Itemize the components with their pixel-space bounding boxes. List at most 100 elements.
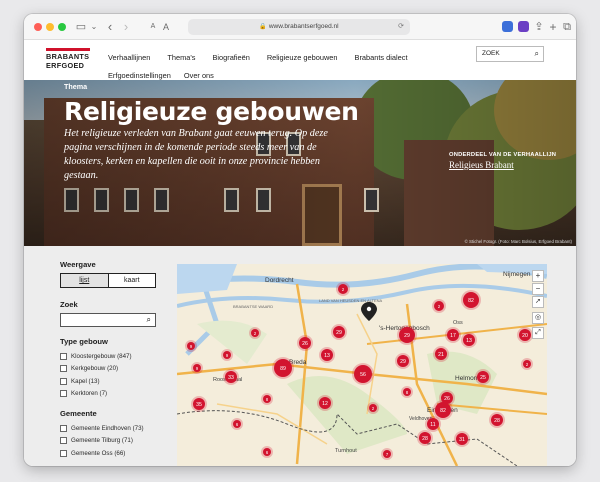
zoom-window-button[interactable] — [58, 23, 66, 31]
cluster-count: 29 — [404, 333, 410, 339]
view-map-button[interactable]: kaart — [109, 274, 156, 287]
cluster-count: 33 — [228, 375, 234, 381]
text-larger-icon[interactable]: A — [161, 20, 171, 34]
gemeente-title: Gemeente — [60, 409, 97, 418]
option-label: Gemeente Tilburg (71) — [71, 437, 133, 445]
cluster-count: 26 — [302, 341, 308, 347]
logo-bar — [46, 48, 90, 51]
browser-window: ▭ ⌄ ‹ › A A 🔒 www.brabantserfgoed.nl ⟳ ⇪ … — [24, 14, 576, 466]
cluster-count: 26 — [444, 396, 450, 402]
part-of-link[interactable]: Religieus Brabant — [449, 160, 514, 170]
content-area: Weergave lijst kaart Zoek ⌕ Type gebouw … — [24, 246, 576, 466]
compass-icon[interactable]: ➚ — [532, 296, 544, 308]
cluster-count: 29 — [400, 359, 406, 365]
part-of-label: ONDERDEEL VAN DE VERHAALLIJN — [449, 152, 557, 158]
option-label: Kloostergebouw (847) — [71, 352, 132, 360]
sidebar-toggle-icon[interactable]: ▭ — [74, 20, 88, 34]
reload-icon[interactable]: ⟳ — [398, 19, 404, 35]
nav-item-biografieen[interactable]: Biografieën — [212, 51, 249, 65]
close-window-button[interactable] — [34, 23, 42, 31]
fullscreen-icon[interactable]: ⤢ — [532, 327, 544, 339]
gemeente-filter-option[interactable]: Gemeente Tilburg (71) — [60, 435, 160, 448]
cluster-count: 89 — [280, 366, 286, 372]
extension-icon[interactable] — [518, 21, 529, 32]
type-filter-option[interactable]: Kloostergebouw (847) — [60, 350, 160, 363]
hero-intro: Het religieuze verleden van Brabant gaat… — [64, 128, 328, 181]
filter-search-input[interactable]: ⌕ — [60, 313, 156, 327]
forward-icon[interactable]: › — [120, 20, 132, 34]
share-icon[interactable]: ⇪ — [534, 20, 544, 34]
text-smaller-icon[interactable]: A — [148, 20, 158, 34]
view-list-button[interactable]: lijst — [61, 274, 109, 287]
cluster-count: 13 — [466, 338, 472, 344]
zoom-out-button[interactable]: − — [532, 283, 544, 295]
option-label: Kerktoren (7) — [71, 390, 108, 398]
cluster-count: 20 — [522, 333, 528, 339]
new-tab-icon[interactable]: + — [548, 20, 558, 34]
nav-item-brabants-dialect[interactable]: Brabants dialect — [355, 51, 408, 65]
cluster-count: 35 — [196, 402, 202, 408]
photo-credit: © Stichel Fotogr. (Foto: Marc Bolsius, E… — [464, 239, 572, 244]
lock-icon: 🔒 — [259, 24, 267, 30]
back-icon[interactable]: ‹ — [104, 20, 116, 34]
browser-toolbar: ▭ ⌄ ‹ › A A 🔒 www.brabantserfgoed.nl ⟳ ⇪ … — [24, 14, 576, 40]
cluster-count: 17 — [450, 333, 456, 339]
checkbox[interactable] — [60, 437, 67, 445]
search-input[interactable]: ZOEK ⌕ — [476, 46, 544, 62]
zoom-in-button[interactable]: + — [532, 270, 544, 282]
cluster-count: 11 — [430, 422, 435, 428]
search-icon[interactable]: ⌕ — [147, 314, 151, 326]
view-toggle: lijst kaart — [60, 273, 156, 288]
hero-label: Thema — [64, 82, 88, 91]
cluster-count: 31 — [459, 437, 465, 443]
map-view[interactable]: Dordrecht Nijmegen 's-Hertogenbosch Bred… — [177, 264, 547, 466]
region-label: LAND VAN HEUSDEN EN ALTENA — [319, 298, 383, 303]
site-logo[interactable]: BRABANTS ERFGOED — [46, 48, 104, 70]
cluster-count: 13 — [324, 353, 330, 359]
cluster-count: 82 — [440, 408, 446, 414]
option-label: Gemeente Eindhoven (73) — [71, 424, 144, 432]
tab-overview-icon[interactable]: ⧉ — [562, 20, 572, 34]
logo-text: ERFGOED — [46, 60, 85, 70]
checkbox[interactable] — [60, 424, 67, 432]
checkbox[interactable] — [60, 449, 67, 457]
option-label: Kapel (13) — [71, 377, 100, 385]
place-label: Turnhout — [335, 448, 357, 454]
search-placeholder: ZOEK — [482, 50, 500, 57]
cluster-count: 28 — [494, 418, 500, 424]
nav-item-religieuze-gebouwen[interactable]: Religieuze gebouwen — [267, 51, 338, 65]
type-filter-option[interactable]: Kerkgebouw (20) — [60, 363, 160, 376]
type-filter-option[interactable]: Kapel (13) — [60, 375, 160, 388]
cluster-count: 25 — [480, 375, 486, 381]
cluster-count: 82 — [468, 298, 474, 304]
nav-item-themas[interactable]: Thema's — [167, 51, 195, 65]
locate-icon[interactable]: ◎ — [532, 312, 544, 324]
cluster-count: 12 — [322, 401, 328, 407]
place-label: Oss — [453, 320, 463, 326]
nav-item-verhaallijnen[interactable]: Verhaallijnen — [108, 51, 150, 65]
checkbox[interactable] — [60, 390, 67, 398]
minimize-window-button[interactable] — [46, 23, 54, 31]
checkbox[interactable] — [60, 377, 67, 385]
map-canvas[interactable]: Dordrecht Nijmegen 's-Hertogenbosch Bred… — [177, 264, 547, 466]
page-title: Religieuze gebouwen — [64, 97, 359, 126]
cluster-count: 21 — [438, 352, 444, 358]
type-filter-option[interactable]: Kerktoren (7) — [60, 388, 160, 401]
hero-banner: Thema Religieuze gebouwen Het religieuze… — [24, 80, 576, 246]
cluster-count: 56 — [360, 372, 366, 378]
type-title: Type gebouw — [60, 337, 108, 346]
zoek-title: Zoek — [60, 300, 78, 309]
map-pin-dot — [366, 306, 372, 312]
cluster-count: 29 — [336, 330, 342, 336]
search-icon[interactable]: ⌕ — [535, 47, 539, 61]
extension-icon[interactable] — [502, 21, 513, 32]
checkbox[interactable] — [60, 352, 67, 360]
address-bar[interactable]: 🔒 www.brabantserfgoed.nl ⟳ — [188, 19, 410, 35]
gemeente-filter-option[interactable]: Gemeente Oss (66) — [60, 447, 160, 460]
url-text: www.brabantserfgoed.nl — [268, 23, 339, 30]
checkbox[interactable] — [60, 365, 67, 373]
weergave-title: Weergave — [60, 260, 96, 269]
chevron-down-icon[interactable]: ⌄ — [90, 20, 98, 34]
main-nav: Verhaallijnen Thema's Biografieën Religieuz… — [108, 47, 488, 83]
gemeente-filter-option[interactable]: Gemeente Eindhoven (73) — [60, 422, 160, 435]
